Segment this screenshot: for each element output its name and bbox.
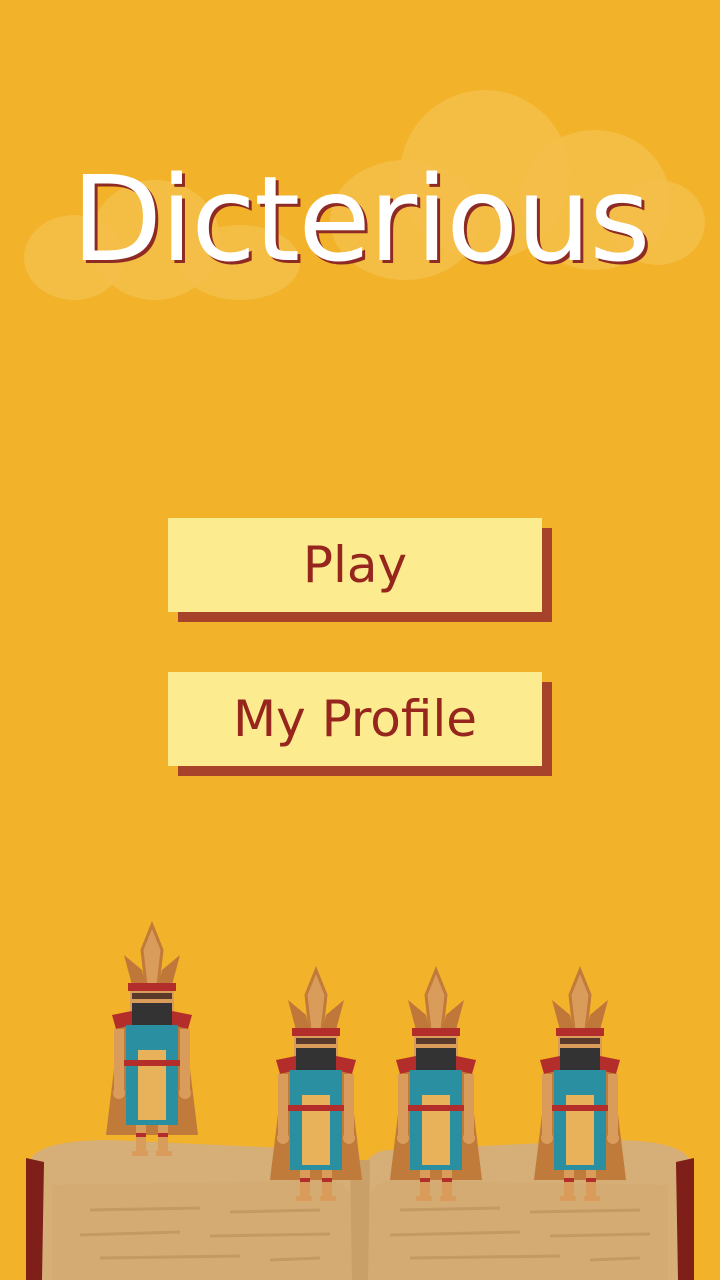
warriors-group: [104, 923, 628, 1203]
warrior-figure-icon: [388, 968, 484, 1203]
warrior-figure-icon: [268, 968, 364, 1203]
warrior-figure-icon: [532, 968, 628, 1203]
warrior-figure-icon: [104, 923, 200, 1158]
